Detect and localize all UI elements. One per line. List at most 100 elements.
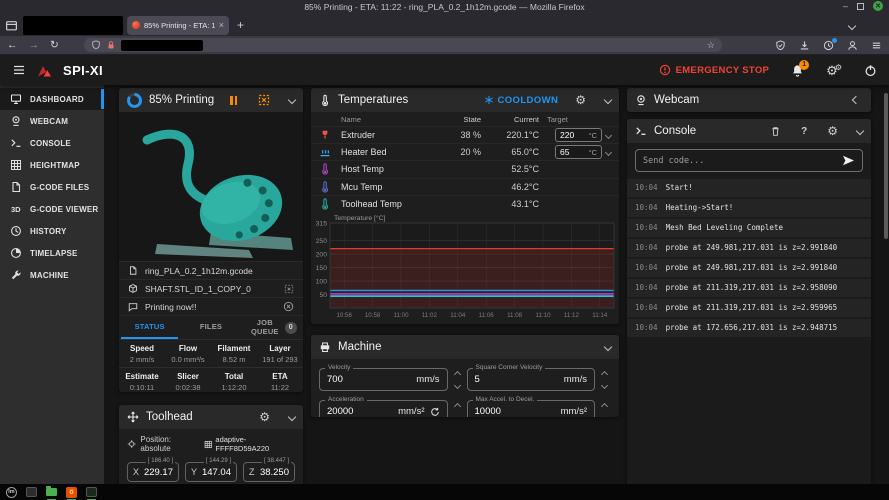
clear-message-icon[interactable] (283, 301, 294, 312)
cooldown-button[interactable]: COOLDOWN (484, 95, 559, 106)
target-presets-chevron-icon[interactable] (605, 132, 612, 139)
close-window-button[interactable]: ✕ (873, 1, 883, 11)
temperature-chart[interactable]: 5010015020025031510:5610:5811:0011:0211:… (311, 212, 619, 324)
terminal-app-icon[interactable] (25, 486, 38, 498)
webcam-expand-chevron-icon[interactable] (852, 96, 860, 104)
machine-field-square-corner-velocity[interactable]: Square Corner Velocity5mm/s (467, 368, 596, 391)
download-icon[interactable] (799, 40, 810, 51)
target-presets-chevron-icon[interactable] (605, 149, 612, 156)
sidebar-item-dashboard[interactable]: DASHBOARD (0, 88, 104, 110)
step-down-icon[interactable] (601, 381, 608, 388)
power-icon[interactable] (864, 64, 877, 77)
reset-icon[interactable] (430, 407, 440, 417)
step-up-icon[interactable] (453, 370, 460, 377)
collapse-panel-chevron-icon[interactable] (288, 96, 296, 104)
mint-menu-icon[interactable]: lm (5, 486, 18, 498)
field-stepper[interactable] (598, 400, 611, 417)
tab-status[interactable]: STATUS (119, 316, 180, 339)
clear-console-icon[interactable] (770, 126, 781, 137)
file-manager-icon[interactable] (45, 486, 58, 498)
target-input[interactable]: 65°C (555, 145, 602, 159)
send-icon[interactable] (842, 155, 855, 166)
axis-z-position[interactable]: [ 38.447 ]Z38.250 (243, 462, 295, 482)
step-down-icon[interactable] (453, 413, 460, 417)
screenshot-app-icon[interactable] (85, 486, 98, 498)
console-entry[interactable]: 10:04probe at 211.319,217.031 is z=2.958… (627, 279, 871, 299)
machine-field-velocity[interactable]: Velocity700mm/s (319, 368, 448, 391)
console-entry[interactable]: 10:04probe at 172.656,217.031 is z=2.948… (627, 319, 871, 339)
emergency-stop-button[interactable]: EMERGENCY STOP (659, 64, 770, 76)
machine-collapse-chevron-icon[interactable] (604, 343, 612, 351)
help-icon[interactable]: ? (801, 126, 807, 137)
tab-list-chevron-icon[interactable] (848, 22, 856, 30)
machine-field-acceleration[interactable]: Acceleration20000mm/s² (319, 400, 448, 417)
forward-icon[interactable]: → (29, 40, 40, 51)
tab-overview-icon[interactable] (5, 19, 18, 32)
url-bar[interactable]: ☆ (84, 38, 722, 52)
target-input[interactable]: 220°C (555, 128, 602, 142)
sidebar-item-g-code-viewer[interactable]: 3DG-CODE VIEWER (0, 198, 104, 220)
active-tab[interactable]: 85% Printing - ETA: 11:22 - r × (127, 16, 229, 35)
shield-icon[interactable] (91, 40, 101, 50)
sidebar-item-webcam[interactable]: WEBCAM (0, 110, 104, 132)
sidebar-item-heightmap[interactable]: HEIGHTMAP (0, 154, 104, 176)
field-stepper[interactable] (451, 368, 464, 391)
step-up-icon[interactable] (453, 402, 460, 409)
console-entry[interactable]: 10:04Start! (627, 179, 871, 199)
console-collapse-chevron-icon[interactable] (856, 127, 864, 135)
bookmark-star-icon[interactable]: ☆ (707, 40, 715, 51)
back-icon[interactable]: ← (7, 40, 18, 51)
sidebar-item-history[interactable]: HISTORY (0, 220, 104, 242)
temps-collapse-chevron-icon[interactable] (604, 96, 612, 104)
step-down-icon[interactable] (601, 413, 608, 417)
tab-files[interactable]: FILES (180, 316, 241, 339)
console-settings-gear-icon[interactable]: ⚙ (827, 125, 838, 137)
profile-icon[interactable] (847, 40, 858, 51)
page-scrollbar[interactable] (884, 93, 888, 239)
stat-total: Total1:12:20 (211, 367, 257, 392)
step-down-icon[interactable] (453, 381, 460, 388)
axis-x-position[interactable]: [ 186.40 ]X229.17 (127, 462, 179, 482)
pause-print-button[interactable] (230, 96, 237, 105)
toolhead-settings-gear-icon[interactable]: ⚙ (259, 411, 270, 423)
console-log[interactable]: 10:04Start!10:04Heating->Start!10:04Mesh… (627, 179, 871, 339)
history-clock-icon[interactable] (823, 40, 834, 51)
step-up-icon[interactable] (601, 402, 608, 409)
toolhead-collapse-chevron-icon[interactable] (288, 413, 296, 421)
firefox-icon[interactable]: ö (65, 486, 78, 498)
sidebar-menu-icon[interactable] (12, 64, 26, 76)
notifications-button[interactable]: 1 (791, 64, 804, 77)
reload-icon[interactable]: ↻ (50, 40, 59, 51)
maximize-button[interactable] (857, 3, 864, 10)
gcode-preview[interactable] (119, 112, 303, 261)
exclude-object-icon[interactable] (258, 94, 270, 106)
console-entry[interactable]: 10:04probe at 249.981,217.031 is z=2.991… (627, 239, 871, 259)
minimize-button[interactable]: – (843, 1, 848, 11)
settings-button[interactable]: ⚙⚙ (826, 64, 842, 77)
step-up-icon[interactable] (601, 370, 608, 377)
console-input[interactable] (643, 156, 836, 166)
redacted-tab[interactable] (23, 16, 123, 35)
console-entry[interactable]: 10:04probe at 249.981,217.031 is z=2.991… (627, 259, 871, 279)
stat-slicer: Slicer0:02:38 (165, 367, 211, 392)
console-entry[interactable]: 10:04probe at 211.319,217.031 is z=2.959… (627, 299, 871, 319)
tab-close-icon[interactable]: × (219, 20, 224, 30)
shield-check-icon[interactable] (775, 40, 786, 51)
exclude-this-object-icon[interactable] (284, 284, 294, 294)
axis-y-position[interactable]: [ 144.29 ]Y147.04 (185, 462, 237, 482)
sidebar-item-g-code-files[interactable]: G-CODE FILES (0, 176, 104, 198)
console-entry[interactable]: 10:04Heating->Start! (627, 199, 871, 219)
machine-field-max-accel-to-decel-[interactable]: Max Accel. to Decel.10000mm/s² (467, 400, 596, 417)
sidebar-item-machine[interactable]: MACHINE (0, 264, 104, 286)
sidebar-item-console[interactable]: CONSOLE (0, 132, 104, 154)
temps-settings-gear-icon[interactable]: ⚙ (575, 94, 586, 106)
insecure-lock-icon[interactable] (106, 40, 116, 50)
field-stepper[interactable] (451, 400, 464, 417)
field-stepper[interactable] (598, 368, 611, 391)
tab-job-queue[interactable]: JOB QUEUE0 (242, 316, 303, 339)
mesh-profile[interactable]: adaptive-FFFF8D59A220 (204, 435, 295, 453)
console-entry[interactable]: 10:04Mesh Bed Leveling Complete (627, 219, 871, 239)
menu-icon[interactable] (871, 40, 882, 51)
new-tab-button[interactable]: + (237, 18, 244, 32)
sidebar-item-timelapse[interactable]: TIMELAPSE (0, 242, 104, 264)
